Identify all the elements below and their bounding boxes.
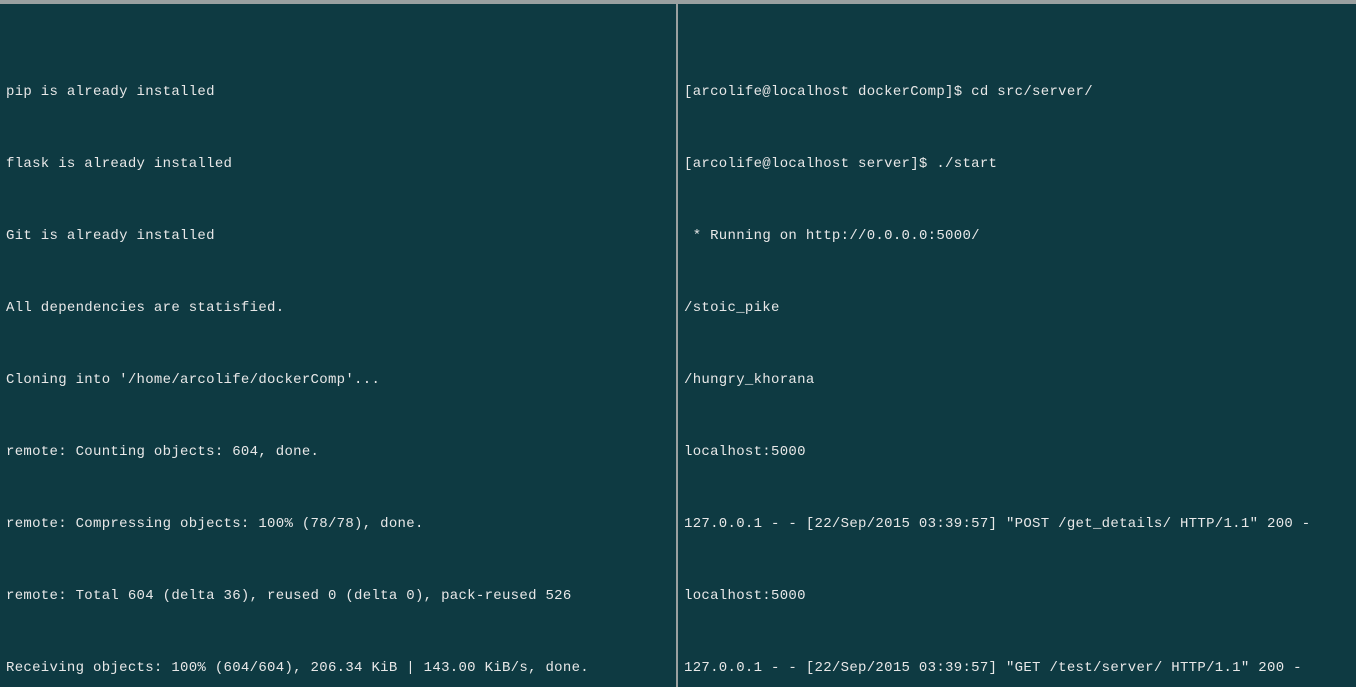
terminal-prompt-line: [arcolife@localhost dockerComp]$ cd src/…: [684, 80, 1350, 104]
terminal-output-line: /stoic_pike: [684, 296, 1350, 320]
terminal-output-line: Cloning into '/home/arcolife/dockerComp'…: [6, 368, 670, 392]
terminal-output-line: localhost:5000: [684, 584, 1350, 608]
terminal-pane-right[interactable]: [arcolife@localhost dockerComp]$ cd src/…: [678, 0, 1356, 687]
pane-top-edge: [678, 0, 1356, 4]
terminal-output-line: remote: Counting objects: 604, done.: [6, 440, 670, 464]
terminal-prompt-line: [arcolife@localhost server]$ ./start: [684, 152, 1350, 176]
terminal-output-line: remote: Compressing objects: 100% (78/78…: [6, 512, 670, 536]
terminal-output-line: 127.0.0.1 - - [22/Sep/2015 03:39:57] "PO…: [684, 512, 1350, 536]
pane-top-edge: [0, 0, 676, 4]
terminal-output-line: 127.0.0.1 - - [22/Sep/2015 03:39:57] "GE…: [684, 656, 1350, 680]
terminal-output-line: /hungry_khorana: [684, 368, 1350, 392]
terminal-output-line: flask is already installed: [6, 152, 670, 176]
terminal-output-line: Receiving objects: 100% (604/604), 206.3…: [6, 656, 670, 680]
terminal-output-line: * Running on http://0.0.0.0:5000/: [684, 224, 1350, 248]
terminal-pane-left[interactable]: pip is already installed flask is alread…: [0, 0, 678, 687]
terminal-output-line: pip is already installed: [6, 80, 670, 104]
terminal-output-line: Git is already installed: [6, 224, 670, 248]
terminal-output-line: All dependencies are statisfied.: [6, 296, 670, 320]
terminal-output-line: remote: Total 604 (delta 36), reused 0 (…: [6, 584, 670, 608]
terminal-output-line: localhost:5000: [684, 440, 1350, 464]
